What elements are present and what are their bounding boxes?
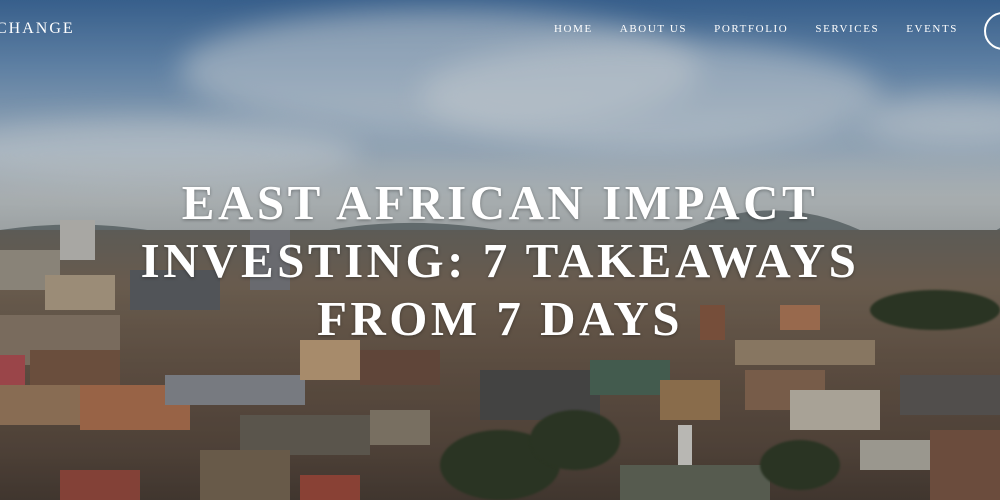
- nav-portfolio[interactable]: PORTFOLIO: [714, 23, 788, 35]
- hero-title: EAST AFRICAN IMPACT INVESTING: 7 TAKEAWA…: [140, 175, 860, 346]
- nav-services[interactable]: SERVICES: [815, 23, 879, 35]
- main-nav: HOME ABOUT US PORTFOLIO SERVICES EVENTS: [554, 23, 958, 35]
- site-header: CHANGE HOME ABOUT US PORTFOLIO SERVICES …: [0, 0, 1000, 60]
- site-logo[interactable]: CHANGE: [0, 20, 75, 38]
- nav-events[interactable]: EVENTS: [906, 23, 958, 35]
- nav-home[interactable]: HOME: [554, 23, 593, 35]
- nav-about-us[interactable]: ABOUT US: [620, 23, 687, 35]
- menu-toggle-button[interactable]: [984, 12, 1000, 50]
